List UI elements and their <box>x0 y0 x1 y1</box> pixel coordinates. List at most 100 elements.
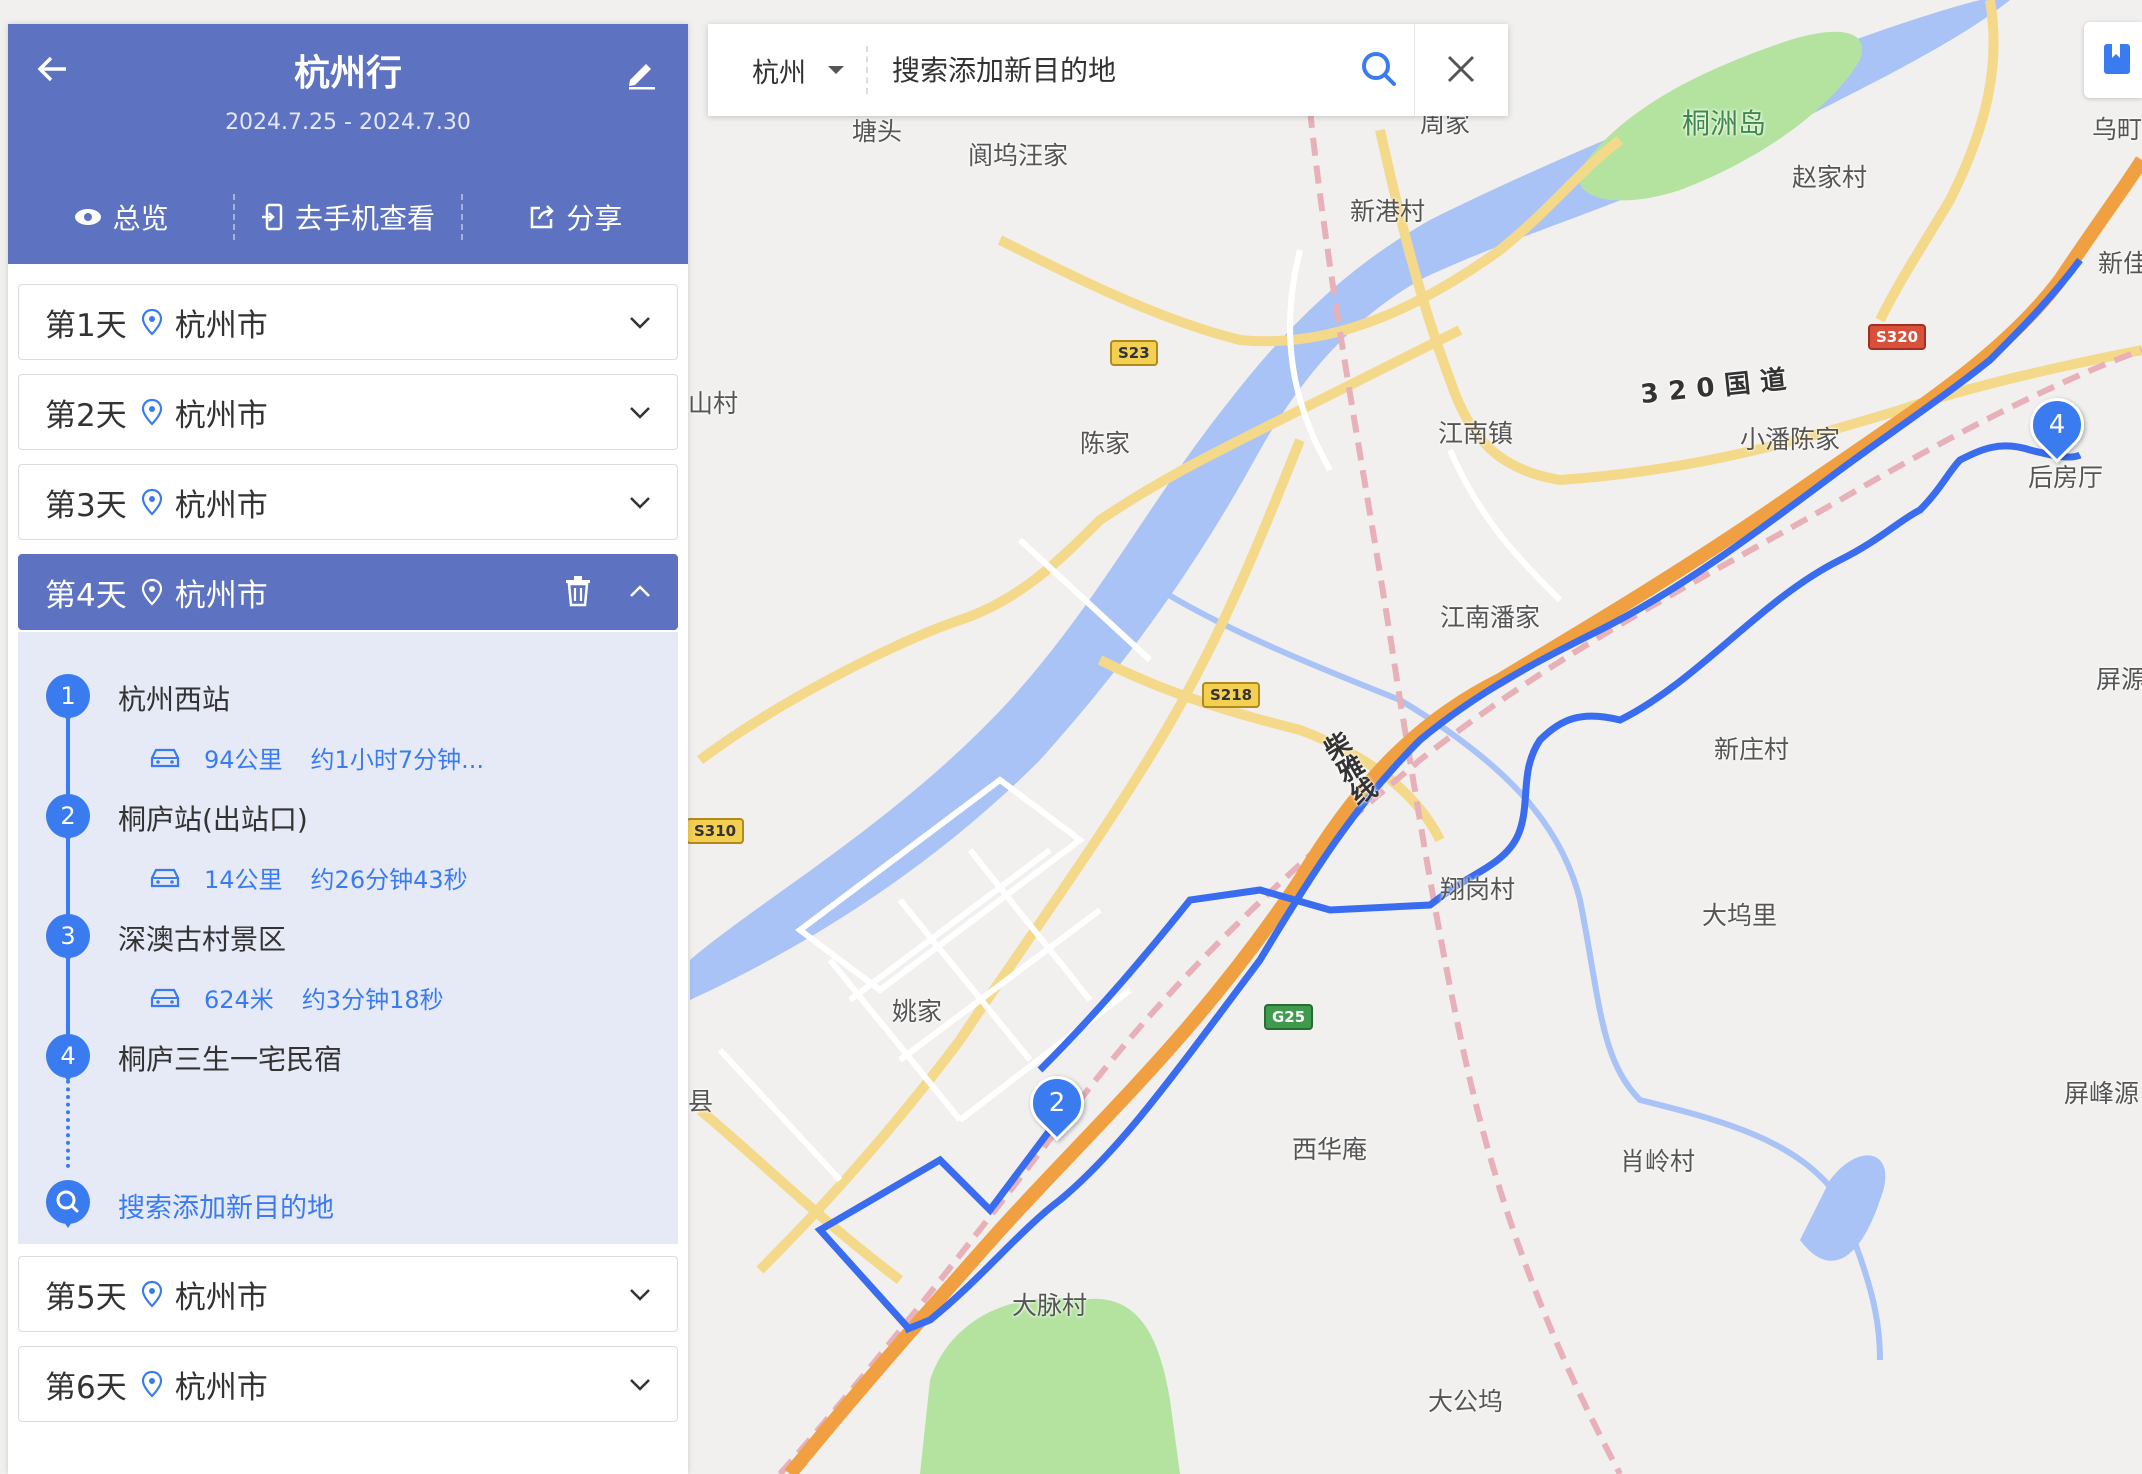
day-row-3[interactable]: 第3天 杭州市 <box>18 464 678 540</box>
day-city: 杭州市 <box>174 487 268 524</box>
day-label: 第1天 <box>45 307 127 344</box>
day-row-5[interactable]: 第5天 杭州市 <box>18 1256 678 1332</box>
day-label: 第2天 <box>45 397 127 434</box>
map-label: 县 <box>688 1087 714 1116</box>
chevron-up-icon <box>630 585 650 597</box>
route-leg[interactable]: 14公里 约26分钟43秒 <box>148 860 468 895</box>
map-label: 桐洲岛 <box>1682 107 1767 140</box>
bookmark-icon <box>2104 44 2130 74</box>
leg-distance: 14公里 <box>204 866 283 894</box>
map-label: 姚家 <box>892 997 943 1026</box>
day-row-2[interactable]: 第2天 杭州市 <box>18 374 678 450</box>
day-row-6[interactable]: 第6天 杭州市 <box>18 1346 678 1422</box>
search-add-label[interactable]: 搜索添加新目的地 <box>118 1186 334 1225</box>
day-city: 杭州市 <box>174 1369 268 1406</box>
pencil-icon <box>629 64 655 90</box>
stop-name: 桐庐站(出站口) <box>118 803 308 836</box>
close-icon[interactable] <box>1446 54 1476 88</box>
day-city: 杭州市 <box>174 1279 268 1316</box>
map-label: 塘头 <box>852 117 903 146</box>
map-label: 肖岭村 <box>1620 1147 1696 1176</box>
location-pin-icon <box>141 1280 162 1308</box>
chevron-down-icon <box>630 407 650 419</box>
marker-number: 2 <box>1048 1088 1066 1118</box>
day-city: 杭州市 <box>174 307 268 344</box>
leg-duration: 约1小时7分钟... <box>310 746 484 774</box>
leg-duration: 约26分钟43秒 <box>310 866 468 894</box>
search-add-button[interactable] <box>46 1180 90 1228</box>
day-label: 第5天 <box>45 1279 127 1316</box>
route-leg[interactable]: 94公里 约1小时7分钟... <box>148 740 484 775</box>
car-icon <box>150 748 180 767</box>
trip-dates: 2024.7.25 - 2024.7.30 <box>225 110 471 135</box>
eye-icon <box>74 209 101 225</box>
share-button[interactable]: 分享 <box>463 194 688 240</box>
car-icon <box>150 988 180 1007</box>
trip-actions: 总览 去手机查看 分享 <box>8 194 688 240</box>
share-label: 分享 <box>566 202 623 235</box>
trash-icon[interactable] <box>563 575 593 607</box>
stop-number: 4 <box>46 1034 90 1082</box>
leg-distance: 94公里 <box>204 746 283 774</box>
location-pin-icon <box>141 488 162 516</box>
chevron-down-icon <box>630 497 650 509</box>
edit-button[interactable] <box>624 54 664 94</box>
map-label: 赵家村 <box>1792 163 1868 192</box>
caret-down-icon[interactable] <box>828 66 844 74</box>
leg-distance: 624米 <box>204 986 274 1014</box>
car-icon <box>150 868 180 887</box>
stop-number: 3 <box>46 914 90 962</box>
search-icon[interactable] <box>1360 50 1398 92</box>
map-label: 新庄村 <box>1714 735 1790 764</box>
overview-button[interactable]: 总览 <box>8 194 236 240</box>
stop-number: 1 <box>46 674 90 722</box>
timeline-line-dotted <box>66 1072 70 1168</box>
location-pin-icon <box>141 1370 162 1398</box>
map-label: 大坞里 <box>1702 901 1778 930</box>
trip-title: 杭州行 <box>293 53 402 94</box>
search-icon <box>56 1190 79 1213</box>
day-city: 杭州市 <box>174 397 268 434</box>
city-selector[interactable]: 杭州 <box>752 51 806 90</box>
trip-panel: 杭州行 2024.7.25 - 2024.7.30 总览 去手机查看 分享 第1… <box>8 24 688 1474</box>
view-on-phone-label: 去手机查看 <box>294 202 435 235</box>
chevron-down-icon <box>630 1379 650 1391</box>
location-pin-icon <box>141 308 162 336</box>
road-sign-g25: G25 <box>1264 1004 1314 1030</box>
map-label: 屏峰源 <box>2064 1079 2140 1108</box>
day-row-1[interactable]: 第1天 杭州市 <box>18 284 678 360</box>
day-4-itinerary: 1 杭州西站 94公里 约1小时7分钟... 2 桐庐站(出站口) 14公里 约… <box>18 632 678 1244</box>
view-on-phone-button[interactable]: 去手机查看 <box>235 194 463 240</box>
map-label: 新佳 <box>2098 249 2142 278</box>
map-label: 翔岗村 <box>1440 875 1516 904</box>
day-city: 杭州市 <box>174 577 268 614</box>
map-label: 陈家 <box>1080 429 1131 458</box>
map-search-bar: 杭州 <box>708 24 1508 116</box>
day-label: 第4天 <box>45 577 127 614</box>
map-label: 西华庵 <box>1292 1135 1368 1164</box>
map-label: 乌町 <box>2092 115 2142 144</box>
timeline-line <box>66 712 70 804</box>
day-label: 第6天 <box>45 1369 127 1406</box>
marker-number: 4 <box>2048 410 2066 440</box>
trip-header: 杭州行 2024.7.25 - 2024.7.30 总览 去手机查看 分享 <box>8 24 688 264</box>
day-row-4[interactable]: 第4天 杭州市 <box>18 554 678 630</box>
stop-name: 深澳古村景区 <box>118 923 287 956</box>
destination-search-input[interactable] <box>890 52 1314 88</box>
map-label: 阆坞汪家 <box>968 141 1069 170</box>
road-sign-s310: S310 <box>686 818 745 844</box>
route-leg[interactable]: 624米 约3分钟18秒 <box>148 980 444 1015</box>
map-label: 屏源 <box>2096 665 2142 694</box>
leg-duration: 约3分钟18秒 <box>301 986 444 1014</box>
bookmark-button[interactable] <box>2084 22 2142 98</box>
stop-name: 桐庐三生一宅民宿 <box>118 1043 343 1076</box>
divider <box>866 46 868 94</box>
timeline-line <box>66 952 70 1044</box>
chevron-down-icon <box>630 317 650 329</box>
map-label: 后房厅 <box>2028 463 2104 492</box>
chevron-down-icon <box>630 1289 650 1301</box>
road-sign-s23: S23 <box>1110 340 1158 366</box>
map-label: 山村 <box>688 389 739 418</box>
map-label: 大脉村 <box>1012 1291 1088 1320</box>
map-label: 江南镇 <box>1438 419 1514 448</box>
